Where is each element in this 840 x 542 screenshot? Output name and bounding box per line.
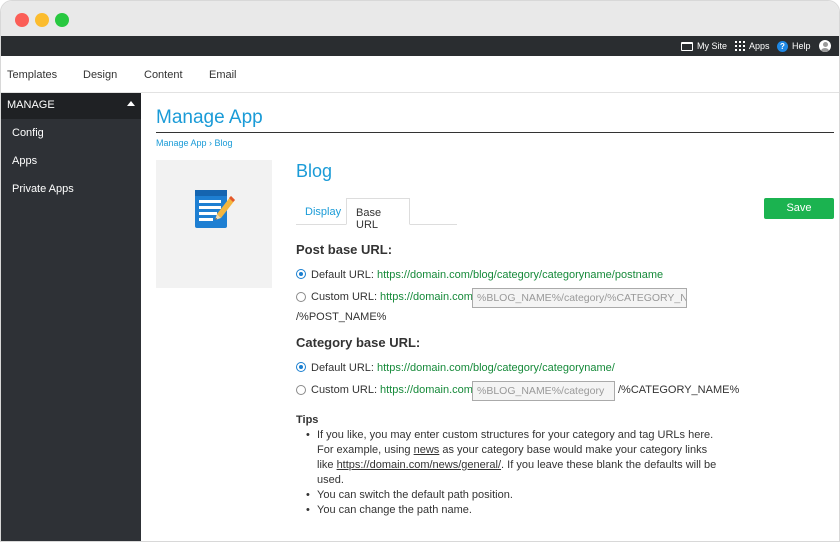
window-titlebar [1, 1, 839, 36]
sidebar-item-config[interactable]: Config [12, 127, 44, 139]
category-default-radio[interactable] [296, 362, 306, 372]
apps-grid-icon [735, 41, 745, 51]
tips-list: If you like, you may enter custom struct… [306, 428, 726, 518]
app-thumbnail [156, 160, 272, 288]
post-custom-label: Custom URL: [311, 291, 378, 303]
sidebar-manage-header[interactable]: MANAGE [1, 93, 141, 119]
nav-content[interactable]: Content [144, 69, 183, 81]
app-title: Blog [296, 161, 333, 181]
post-custom-input[interactable]: %BLOG_NAME%/category/%CATEGORY_NAME% [472, 288, 687, 308]
main-nav: Templates Design Content Email [1, 56, 839, 93]
sidebar-item-private-apps[interactable]: Private Apps [12, 183, 74, 195]
notepad-pencil-icon [195, 190, 235, 228]
nav-email[interactable]: Email [209, 69, 237, 81]
maximize-window-button[interactable] [55, 13, 69, 27]
category-default-url: https://domain.com/blog/category/categor… [377, 362, 615, 374]
help-link[interactable]: ? Help [777, 36, 811, 56]
browser-window-icon [681, 41, 693, 51]
tips-heading: Tips [296, 414, 319, 426]
category-custom-suffix: /%CATEGORY_NAME% [618, 384, 740, 396]
nav-templates[interactable]: Templates [7, 69, 57, 81]
my-site-link[interactable]: My Site [681, 36, 727, 56]
tab-base-url[interactable]: Base URL [346, 198, 410, 231]
category-custom-radio[interactable] [296, 385, 306, 395]
post-custom-radio[interactable] [296, 292, 306, 302]
help-label: Help [792, 41, 811, 51]
sidebar-item-apps[interactable]: Apps [12, 155, 37, 167]
post-default-radio[interactable] [296, 269, 306, 279]
sidebar: MANAGE Config Apps Private Apps [1, 93, 141, 541]
post-default-label: Default URL: [311, 269, 374, 281]
tip-item: You can switch the default path position… [306, 488, 726, 503]
close-window-button[interactable] [15, 13, 29, 27]
minimize-window-button[interactable] [35, 13, 49, 27]
post-custom-prefix: https://domain.com/ [380, 291, 476, 303]
apps-link[interactable]: Apps [735, 36, 770, 56]
post-custom-suffix: /%POST_NAME% [296, 311, 387, 323]
breadcrumb[interactable]: Manage App › Blog [156, 138, 233, 148]
my-site-label: My Site [697, 41, 728, 51]
user-avatar-icon[interactable] [819, 40, 831, 52]
post-base-heading: Post base URL: [296, 242, 393, 257]
apps-label: Apps [749, 41, 770, 51]
category-custom-prefix: https://domain.com/ [380, 384, 476, 396]
tip-item: You can change the path name. [306, 503, 726, 518]
sidebar-header-label: MANAGE [7, 99, 55, 111]
example-url-link[interactable]: https://domain.com/news/general/ [337, 459, 501, 471]
tab-display[interactable]: Display [296, 198, 350, 225]
save-button[interactable]: Save [764, 198, 834, 219]
category-default-label: Default URL: [311, 362, 374, 374]
page-title: Manage App [156, 107, 263, 128]
post-default-url: https://domain.com/blog/category/categor… [377, 269, 664, 281]
caret-up-icon [127, 101, 135, 106]
category-base-heading: Category base URL: [296, 335, 421, 350]
main-content: Manage App Manage App › Blog Blog Displa… [141, 93, 839, 541]
category-custom-input[interactable]: %BLOG_NAME%/category [472, 381, 615, 401]
nav-design[interactable]: Design [83, 69, 117, 81]
help-icon: ? [777, 40, 788, 52]
category-custom-label: Custom URL: [311, 384, 378, 396]
browser-window: My Site Apps ? Help Templates Design Con… [0, 0, 840, 542]
news-link[interactable]: news [414, 444, 440, 456]
title-divider [156, 132, 834, 133]
top-utility-bar: My Site Apps ? Help [1, 36, 839, 56]
tip-item: If you like, you may enter custom struct… [306, 428, 726, 488]
